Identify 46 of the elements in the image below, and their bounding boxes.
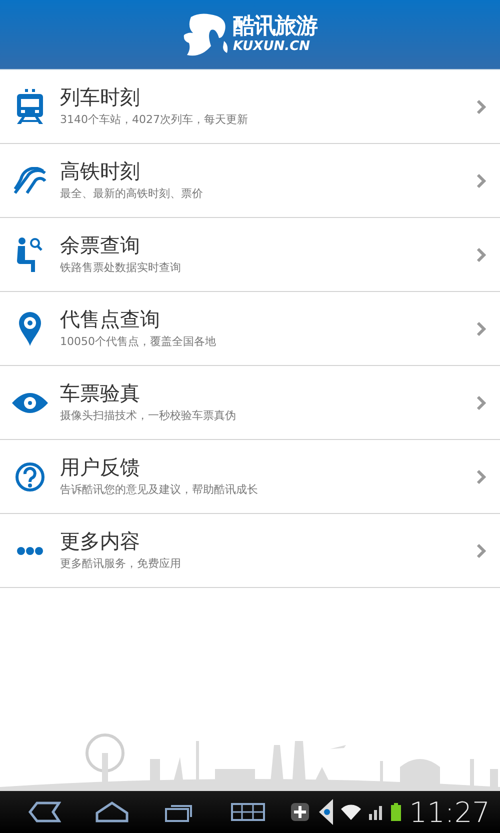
app-notification-icon [317, 799, 334, 825]
chevron-icon [476, 172, 486, 188]
menu-item[interactable]: 车票验真 摄像头扫描技术，一秒校验车票真伪 [0, 366, 500, 440]
signal-icon [369, 804, 384, 820]
train-icon [16, 88, 44, 124]
add-notification-icon [291, 803, 310, 821]
menu-item-title: 代售点查询 [60, 308, 161, 330]
menu-item-title: 列车时刻 [60, 86, 141, 108]
menu-item-title: 更多内容 [60, 530, 141, 552]
logo-title: 酷讯旅游 [233, 16, 317, 38]
highspeed-train-icon [13, 166, 47, 194]
menu-item-subtitle: 3140个车站，4027次列车，每天更新 [60, 114, 249, 127]
menu-item-subtitle: 铁路售票处数据实时查询 [60, 262, 182, 275]
menu-item[interactable]: 列车时刻 3140个车站，4027次列车，每天更新 [0, 70, 500, 144]
help-icon [15, 462, 45, 492]
menu-item[interactable]: 余票查询 铁路售票处数据实时查询 [0, 218, 500, 292]
menu-item-title: 车票验真 [60, 382, 141, 404]
menu-item-subtitle: 告诉酷讯您的意见及建议，帮助酷讯成长 [60, 484, 259, 497]
map-pin-icon [18, 310, 42, 346]
menu-item[interactable]: 高铁时刻 最全、最新的高铁时刻、票价 [0, 144, 500, 218]
chevron-icon [476, 542, 486, 558]
menu-item-subtitle: 最全、最新的高铁时刻、票价 [60, 188, 204, 201]
menu-item[interactable]: 用户反馈 告诉酷讯您的意见及建议，帮助酷讯成长 [0, 440, 500, 514]
menu-item[interactable]: 更多内容 更多酷讯服务，免费应用 [0, 514, 500, 588]
eye-icon [11, 392, 49, 414]
menu-item-title: 余票查询 [60, 234, 141, 256]
menu-item-title: 用户反馈 [60, 456, 141, 478]
screenshot-icon[interactable] [231, 802, 265, 822]
chevron-icon [476, 246, 486, 262]
seated-person-icon [16, 236, 44, 272]
menu-item-subtitle: 10050个代售点，覆盖全国各地 [60, 336, 217, 349]
menu-item[interactable]: 代售点查询 10050个代售点，覆盖全国各地 [0, 292, 500, 366]
back-icon[interactable] [27, 801, 61, 823]
menu-item-subtitle: 摄像头扫描技术，一秒校验车票真伪 [60, 410, 237, 423]
more-icon [16, 546, 44, 556]
wifi-icon [341, 804, 362, 820]
menu-item-subtitle: 更多酷讯服务，免费应用 [60, 558, 182, 571]
chevron-icon [476, 468, 486, 484]
logo-subtitle: KUXUN.CN [233, 40, 311, 53]
chevron-icon [476, 320, 486, 336]
status-time: 11:27 [409, 796, 490, 828]
chevron-icon [476, 98, 486, 114]
chevron-icon [476, 394, 486, 410]
home-icon[interactable] [95, 801, 129, 823]
menu-item-title: 高铁时刻 [60, 160, 141, 182]
battery-icon [391, 803, 402, 821]
